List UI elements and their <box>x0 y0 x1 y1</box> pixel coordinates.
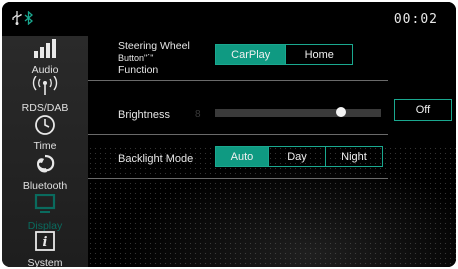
sidebar-item-label: Audio <box>31 64 59 76</box>
carplay-option[interactable]: CarPlay <box>216 45 286 64</box>
clock-icon <box>34 114 56 139</box>
info-icon: i <box>35 231 55 254</box>
svg-text:i: i <box>43 235 48 250</box>
brightness-label: Brightness <box>118 109 170 121</box>
sidebar-item-time[interactable]: Time <box>2 114 88 152</box>
divider <box>88 80 388 81</box>
auto-option[interactable]: Auto <box>216 147 268 166</box>
sidebar-item-label: RDS/DAB <box>21 102 69 114</box>
divider <box>88 178 388 179</box>
brightness-slider-thumb[interactable] <box>336 107 347 117</box>
sidebar-item-label: Time <box>33 140 57 152</box>
brightness-off-button[interactable]: Off <box>394 99 452 121</box>
display-icon <box>34 193 56 217</box>
clock: 00:02 <box>393 12 438 27</box>
equalizer-icon <box>33 38 57 61</box>
display-settings-panel: Steering Wheel Button"´" Function CarPla… <box>88 36 456 267</box>
sidebar-item-system[interactable]: i System <box>2 231 88 267</box>
backlight-mode-label: Backlight Mode <box>118 153 194 165</box>
backlight-mode-selector: Auto Day Night <box>215 146 383 167</box>
sidebar: Audio RDS/DAB Time Bluetooth Display i S… <box>2 36 88 267</box>
night-option[interactable]: Night <box>325 147 382 166</box>
brightness-value: 8 <box>195 109 201 120</box>
sidebar-item-label: Bluetooth <box>22 180 68 192</box>
brightness-slider[interactable] <box>215 107 381 117</box>
sidebar-item-audio[interactable]: Audio <box>2 38 88 76</box>
steering-wheel-label: Steering Wheel Button"´" Function <box>118 40 190 76</box>
sidebar-item-rds-dab[interactable]: RDS/DAB <box>2 75 88 114</box>
steering-wheel-selector: CarPlay Home <box>215 44 353 65</box>
usb-icon <box>12 11 22 30</box>
phone-link-icon <box>33 154 57 177</box>
status-bar: 00:02 <box>2 2 456 36</box>
sidebar-item-label: System <box>27 257 63 267</box>
day-option[interactable]: Day <box>268 147 325 166</box>
divider <box>88 134 388 135</box>
radio-icon <box>32 75 58 99</box>
head-unit-screen: 00:02 Audio RDS/DAB Time Bluetooth Displ… <box>2 2 456 267</box>
sidebar-item-bluetooth[interactable]: Bluetooth <box>2 154 88 192</box>
home-option[interactable]: Home <box>285 45 352 64</box>
bluetooth-status-icon <box>24 10 33 30</box>
sidebar-item-display[interactable]: Display <box>2 193 88 232</box>
